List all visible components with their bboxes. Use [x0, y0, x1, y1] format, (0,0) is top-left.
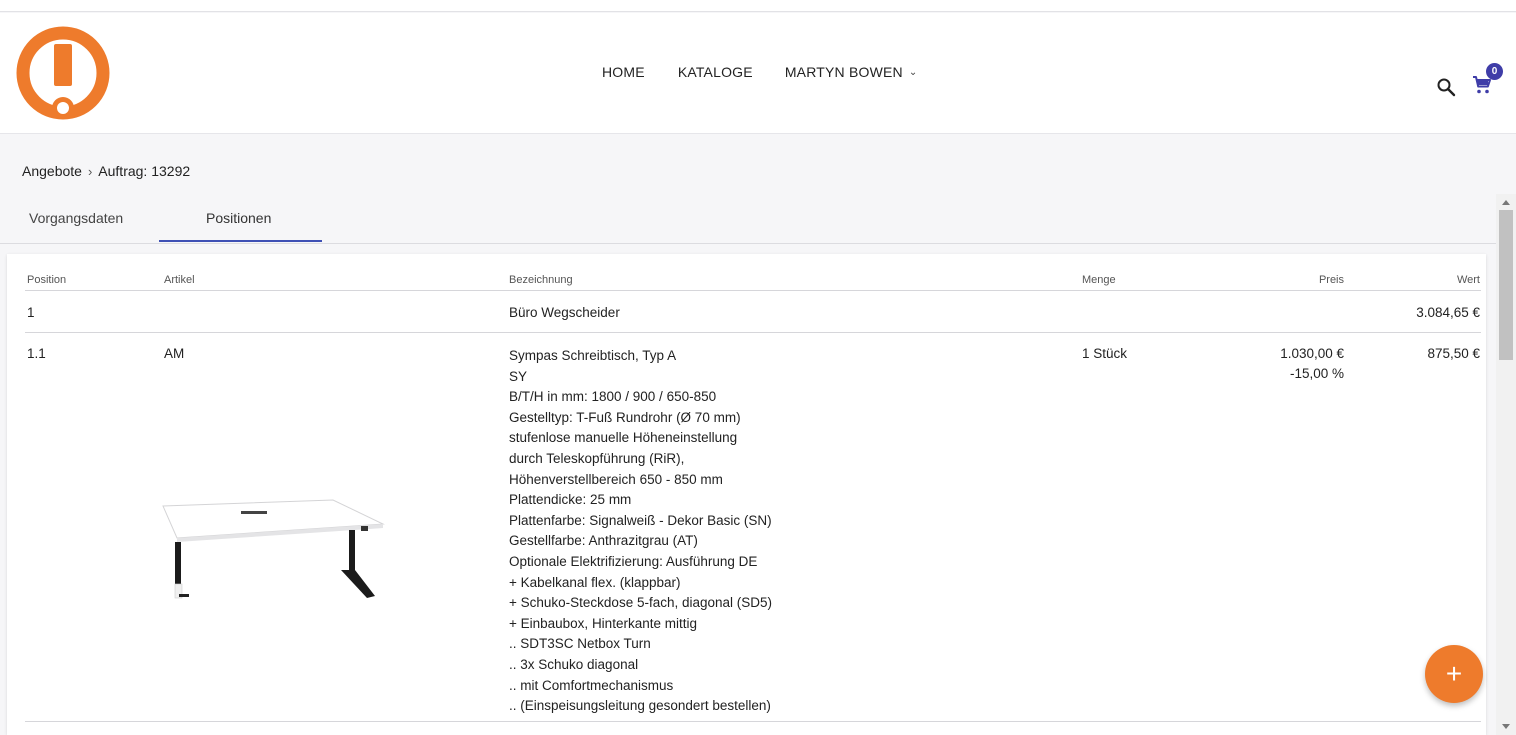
tab-vorgangsdaten[interactable]: Vorgangsdaten	[29, 210, 123, 226]
add-position-button[interactable]: +	[1425, 645, 1483, 703]
user-name: MARTYN BOWEN	[784, 64, 903, 80]
chevron-right-icon: ›	[87, 163, 93, 179]
chevron-down-icon: ⌄	[908, 66, 918, 78]
row-preis: 1.030,00 €	[1280, 346, 1344, 361]
scroll-down-icon[interactable]	[1502, 724, 1510, 729]
row-divider	[25, 332, 1481, 333]
desc-line: .. (Einspeisungsleitung gesondert bestel…	[509, 698, 771, 714]
row-rabatt: -15,00 %	[1289, 366, 1344, 381]
scroll-thumb[interactable]	[1499, 210, 1513, 360]
desc-line: Sympas Schreibtisch, Typ A	[509, 348, 677, 363]
nav-kataloge[interactable]: KATALOGE	[678, 64, 753, 80]
desc-line: Optionale Elektrifizierung: Ausführung D…	[509, 553, 758, 569]
header-menge: Menge	[1082, 274, 1116, 286]
row-position: 1.1	[27, 346, 46, 361]
row-bezeichnung: Sympas Schreibtisch, Typ A SY B/T/H in m…	[509, 346, 772, 717]
desc-line: .. mit Comfortmechanismus	[509, 677, 674, 693]
breadcrumb: Angebote › Auftrag: 13292	[22, 163, 190, 179]
positions-table: Position Artikel Bezeichnung Menge Preis…	[7, 254, 1486, 735]
row-bezeichnung: Büro Wegscheider	[509, 305, 620, 320]
breadcrumb-angebote[interactable]: Angebote	[22, 163, 82, 179]
desc-line: .. 3x Schuko diagonal	[509, 656, 639, 672]
nav-home[interactable]: HOME	[602, 64, 645, 80]
product-image-desk[interactable]	[161, 478, 387, 602]
desc-line: + Einbaubox, Hinterkante mittig	[509, 615, 697, 631]
desc-line: SY	[509, 368, 528, 384]
search-icon[interactable]	[1436, 77, 1456, 97]
scroll-up-icon[interactable]	[1502, 200, 1510, 205]
header-bezeichnung: Bezeichnung	[509, 274, 573, 286]
row-divider	[25, 721, 1481, 722]
row-position: 1	[27, 305, 35, 320]
main-nav: HOME KATALOGE MARTYN BOWEN ⌄	[602, 64, 917, 80]
nav-user-menu[interactable]: MARTYN BOWEN ⌄	[785, 64, 918, 80]
header-wert: Wert	[1456, 274, 1480, 286]
row-menge: 1 Stück	[1082, 346, 1128, 361]
row-artikel: AM	[164, 346, 185, 361]
desc-line: Plattendicke: 25 mm	[509, 492, 632, 508]
desc-line: .. SDT3SC Netbox Turn	[509, 636, 651, 652]
company-logo[interactable]	[16, 26, 110, 120]
row-wert: 3.084,65 €	[1416, 305, 1480, 320]
header-divider	[25, 290, 1481, 291]
desc-line: durch Teleskopführung (RiR),	[509, 450, 685, 466]
row-wert: 875,50 €	[1427, 346, 1480, 361]
header-preis: Preis	[1318, 274, 1344, 286]
top-strip	[0, 0, 1516, 12]
site-header: HOME KATALOGE MARTYN BOWEN ⌄ 0	[0, 13, 1516, 134]
cart-count-badge: 0	[1486, 63, 1503, 80]
breadcrumb-current: Auftrag: 13292	[98, 163, 191, 179]
desc-line: stufenlose manuelle Höheneinstellung	[509, 430, 738, 446]
desc-line: + Kabelkanal flex. (klappbar)	[509, 574, 681, 590]
desc-line: Plattenfarbe: Signalweiß - Dekor Basic (…	[509, 512, 772, 528]
desc-line: + Schuko-Steckdose 5-fach, diagonal (SD5…	[509, 595, 773, 611]
desc-line: B/T/H in mm: 1800 / 900 / 650-850	[509, 389, 717, 405]
cart-button[interactable]: 0	[1470, 63, 1503, 99]
desc-line: Höhenverstellbereich 650 - 850 mm	[509, 471, 723, 487]
header-position: Position	[27, 274, 67, 286]
header-artikel: Artikel	[164, 274, 195, 286]
tab-positionen[interactable]: Positionen	[206, 210, 271, 226]
vertical-scrollbar[interactable]	[1496, 194, 1516, 735]
desc-line: Gestelltyp: T-Fuß Rundrohr (Ø 70 mm)	[509, 409, 741, 425]
desc-line: Gestellfarbe: Anthrazitgrau (AT)	[509, 533, 698, 549]
tab-bar: Vorgangsdaten Positionen	[0, 194, 1496, 244]
active-tab-indicator	[159, 240, 322, 242]
